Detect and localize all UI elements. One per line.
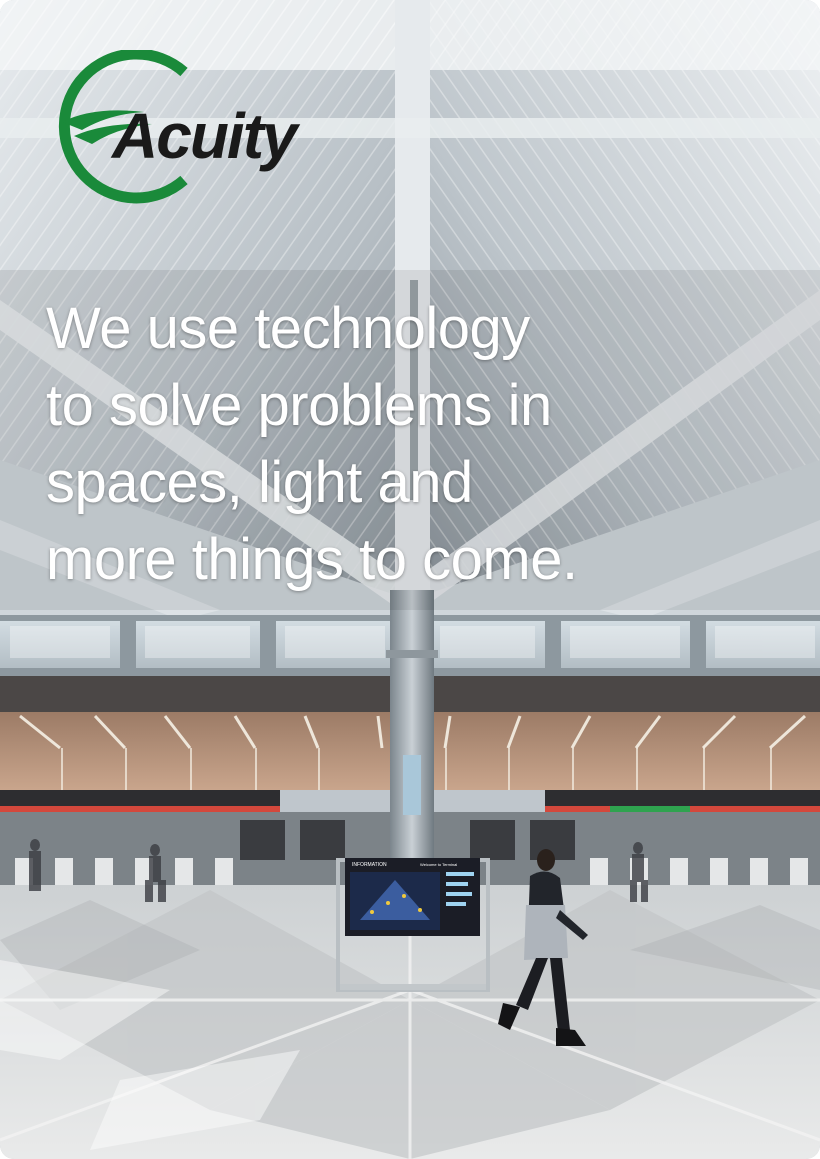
poster-card: INFORMATION Welcome to Terminal Acuity W… — [0, 0, 820, 1159]
headline-line-1: We use technology — [46, 296, 530, 361]
headline: We use technology to solve problems in s… — [46, 290, 686, 598]
headline-line-3: spaces, light and — [46, 450, 473, 515]
headline-line-4: more things to come. — [46, 527, 578, 592]
headline-line-2: to solve problems in — [46, 373, 552, 438]
kiosk-subtitle: Welcome to Terminal — [420, 862, 457, 867]
kiosk-title: INFORMATION — [352, 862, 387, 868]
logo-wordmark: Acuity — [110, 100, 301, 172]
acuity-logo: Acuity — [58, 50, 303, 204]
